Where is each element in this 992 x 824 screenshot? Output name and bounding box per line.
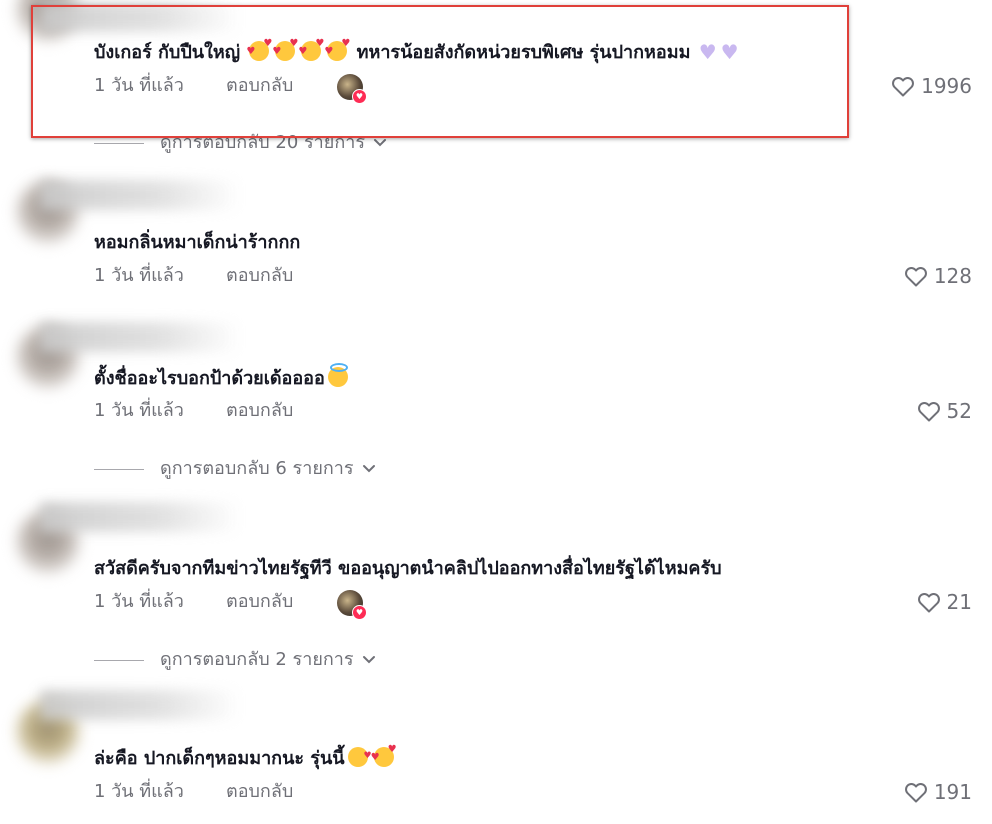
comment-text: ล่ะคือ ปากเด็กๆหอมมากนะ รุ่นนี้ xyxy=(94,744,397,771)
reply-button[interactable]: ตอบกลับ xyxy=(226,780,293,804)
divider-line xyxy=(94,659,144,661)
comment-text-part: บังเกอร์ กับปืนใหญ่ xyxy=(94,42,247,63)
chevron-down-icon xyxy=(374,139,386,147)
view-replies-button[interactable]: ดูการตอบกลับ 6 รายการ xyxy=(94,457,376,481)
smiling-face-with-halo-icon xyxy=(327,363,348,387)
reply-button[interactable]: ตอบกลับ xyxy=(226,264,293,288)
heart-badge-icon: ♥ xyxy=(352,89,367,104)
chevron-down-icon xyxy=(362,656,375,664)
comment-time: 1 วัน ที่แล้ว xyxy=(94,781,184,802)
comment-text-part: ล่ะคือ ปากเด็กๆหอมมากนะ รุ่นนี้ xyxy=(94,748,345,769)
view-replies-label: ดูการตอบกลับ 2 รายการ xyxy=(160,649,354,670)
reply-button[interactable]: ตอบกลับ xyxy=(226,590,293,614)
comment-text: บังเกอร์ กับปืนใหญ่ ทหารน้อยสังกัดหน่วยร… xyxy=(94,39,741,65)
like-count: 191 xyxy=(933,780,972,804)
comment-text: ตั้งชื่ออะไรบอกป้าด้วยเด้ออออ xyxy=(94,363,351,391)
like-button[interactable]: 191 xyxy=(904,780,972,804)
purple-heart-icon: ♥ xyxy=(698,40,717,64)
like-count: 52 xyxy=(946,399,972,423)
comment-text: สวัสดีครับจากทีมข่าวไทยรัฐทีวี ขออนุญาตน… xyxy=(94,558,722,579)
like-button[interactable]: 1996 xyxy=(891,74,972,98)
heart-outline-icon xyxy=(904,267,927,287)
comment-text-part: ทหารน้อยสังกัดหน่วยรบพิเศษ รุ่นปากหอมม xyxy=(350,42,697,63)
divider-line xyxy=(94,468,144,470)
creator-liked-avatar: ♥ xyxy=(337,74,367,104)
view-replies-button[interactable]: ดูการตอบกลับ 2 รายการ xyxy=(94,648,376,672)
username-blurred[interactable] xyxy=(40,180,240,210)
username-blurred[interactable] xyxy=(40,322,240,352)
creator-liked-avatar: ♥ xyxy=(337,590,367,620)
smiling-face-with-hearts-icon xyxy=(324,39,350,61)
heart-outline-icon xyxy=(917,402,940,422)
like-count: 128 xyxy=(933,264,972,288)
purple-heart-icon: ♥ xyxy=(720,40,739,64)
view-replies-button[interactable]: ดูการตอบกลับ 20 รายการ xyxy=(94,131,387,155)
view-replies-label: ดูการตอบกลับ 20 รายการ xyxy=(160,132,365,153)
smiling-face-with-hearts-icon xyxy=(298,39,324,61)
smiling-face-with-hearts-icon xyxy=(272,39,298,61)
reply-button[interactable]: ตอบกลับ xyxy=(226,74,293,98)
like-count: 21 xyxy=(946,590,972,614)
smiling-face-with-hearts-icon xyxy=(371,745,397,767)
username-blurred[interactable] xyxy=(40,502,240,532)
reply-button[interactable]: ตอบกลับ xyxy=(226,399,293,423)
comment-time: 1 วัน ที่แล้ว xyxy=(94,591,184,612)
heart-outline-icon xyxy=(917,593,940,613)
chevron-down-icon xyxy=(362,465,375,473)
heart-badge-icon: ♥ xyxy=(352,605,367,620)
username-blurred[interactable] xyxy=(40,690,240,720)
smiling-face-with-hearts-icon xyxy=(246,39,272,61)
view-replies-label: ดูการตอบกลับ 6 รายการ xyxy=(160,458,354,479)
like-button[interactable]: 21 xyxy=(917,590,972,614)
comment-time: 1 วัน ที่แล้ว xyxy=(94,265,184,286)
comment-time: 1 วัน ที่แล้ว xyxy=(94,75,184,96)
divider-line xyxy=(94,142,144,144)
like-button[interactable]: 52 xyxy=(917,399,972,423)
heart-outline-icon xyxy=(892,77,915,97)
username-blurred[interactable] xyxy=(40,2,240,32)
heart-outline-icon xyxy=(904,783,927,803)
like-count: 1996 xyxy=(921,74,972,98)
comment-time: 1 วัน ที่แล้ว xyxy=(94,400,184,421)
like-button[interactable]: 128 xyxy=(904,264,972,288)
comment-text: หอมกลิ่นหมาเด็กน่าร้ากกก xyxy=(94,232,301,253)
comment-text-part: ตั้งชื่ออะไรบอกป้าด้วยเด้ออออ xyxy=(94,368,325,389)
kissing-face-icon xyxy=(347,744,372,768)
